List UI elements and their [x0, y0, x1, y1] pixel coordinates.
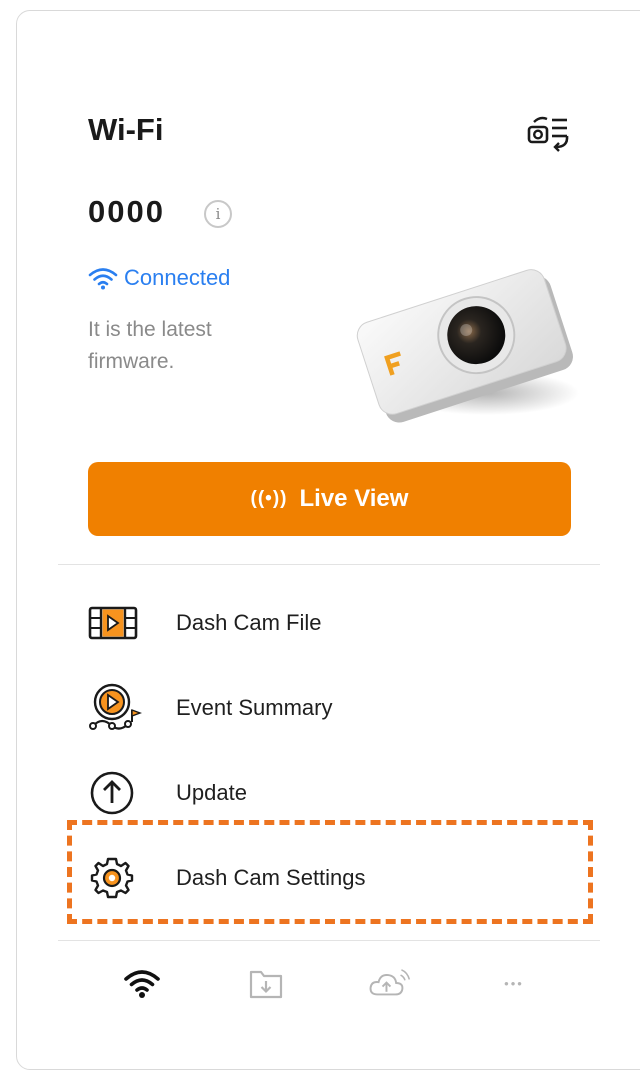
live-broadcast-icon: ((•)) — [250, 488, 288, 509]
menu-item-update[interactable]: Update — [88, 763, 578, 823]
menu-item-dash-cam-file[interactable]: Dash Cam File — [88, 593, 578, 653]
firmware-status-text: It is the latest firmware. — [88, 318, 212, 373]
divider — [58, 564, 600, 565]
update-arrow-icon — [88, 767, 144, 819]
event-summary-icon — [88, 682, 144, 734]
divider — [58, 940, 600, 941]
live-view-button[interactable]: ((•)) Live View — [88, 462, 571, 536]
wifi-connected-icon — [88, 268, 118, 290]
menu-item-label: Event Summary — [176, 695, 333, 720]
video-file-icon — [88, 597, 144, 649]
highlight-annotation-box — [67, 820, 593, 924]
live-view-label: Live View — [299, 485, 409, 512]
device-name: 0000 — [88, 194, 165, 229]
wifi-icon — [124, 970, 160, 998]
connection-status: Connected — [88, 265, 230, 291]
tab-cloud[interactable] — [368, 963, 412, 1003]
menu-item-label: Update — [176, 780, 247, 805]
tab-downloads[interactable] — [244, 963, 288, 1003]
more-icon[interactable]: ••• — [492, 963, 536, 1003]
menu-item-event-summary[interactable]: Event Summary — [88, 678, 578, 738]
info-icon[interactable]: i — [204, 200, 232, 228]
menu-item-label: Dash Cam File — [176, 610, 322, 635]
cloud-upload-icon — [369, 969, 411, 996]
camera-list-switch-icon[interactable] — [526, 113, 572, 155]
download-folder-icon — [249, 970, 283, 999]
dash-cam-illustration — [356, 269, 579, 423]
bottom-tab-bar: ••• — [58, 955, 600, 1015]
connection-status-text: Connected — [124, 265, 231, 290]
tab-wifi[interactable] — [120, 963, 164, 1003]
page-title: Wi-Fi — [88, 112, 164, 147]
